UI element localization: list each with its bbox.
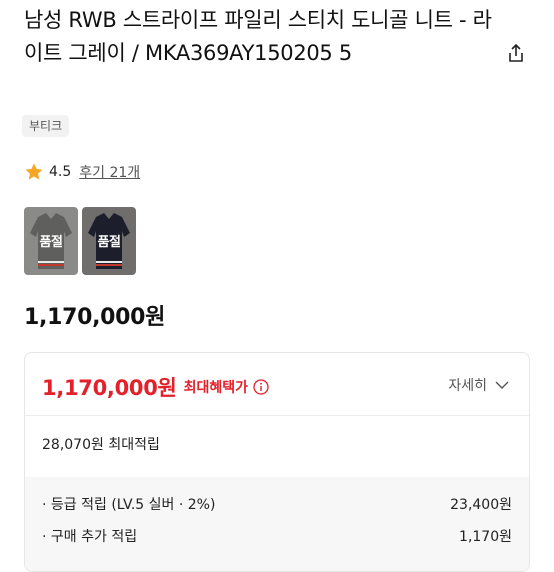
option-thumbnail[interactable]: 품절 [24,207,78,275]
star-icon [25,163,43,180]
points-total: 28,070원 최대적립 [42,437,160,453]
product-price: 1,170,000원 [24,305,166,330]
points-row: · 구매 추가 적립 1,170원 [42,526,512,546]
rating-row: 4.5 후기 21개 [24,162,140,182]
share-icon[interactable] [505,42,527,64]
points-breakdown: · 등급 적립 (LV.5 실버 · 2%) 23,400원 · 구매 추가 적… [25,477,529,571]
option-thumbnails: 품절 품절 [24,207,136,275]
product-title: 남성 RWB 스트라이프 파일리 스티치 도니골 니트 - 라이트 그레이 / … [24,8,492,65]
points-row-label: · 등급 적립 (LV.5 실버 · 2%) [42,497,216,513]
review-link[interactable]: 후기 21개 [79,162,140,182]
detail-toggle[interactable]: 자세히 [448,375,509,395]
soldout-label: 품절 [39,235,63,250]
info-icon[interactable] [253,379,269,395]
benefit-box: 1,170,000원 최대혜택가 자세히 28,070원 최대적립 · 등급 적… [24,352,530,572]
chevron-down-icon [495,381,509,389]
soldout-label: 품절 [97,235,121,250]
divider [25,415,529,416]
points-row-value: 1,170원 [459,529,512,545]
detail-label: 자세히 [448,378,487,394]
points-row: · 등급 적립 (LV.5 실버 · 2%) 23,400원 [42,494,512,514]
boutique-badge: 부티크 [22,115,70,137]
points-row-label: · 구매 추가 적립 [42,529,138,545]
rating-score: 4.5 [49,164,72,180]
max-benefit-label: 최대혜택가 [183,380,248,396]
max-benefit-price: 1,170,000원 최대혜택가 [42,372,269,402]
benefit-price: 1,170,000원 [42,376,177,400]
option-thumbnail[interactable]: 품절 [82,207,136,275]
points-row-value: 23,400원 [450,497,512,513]
